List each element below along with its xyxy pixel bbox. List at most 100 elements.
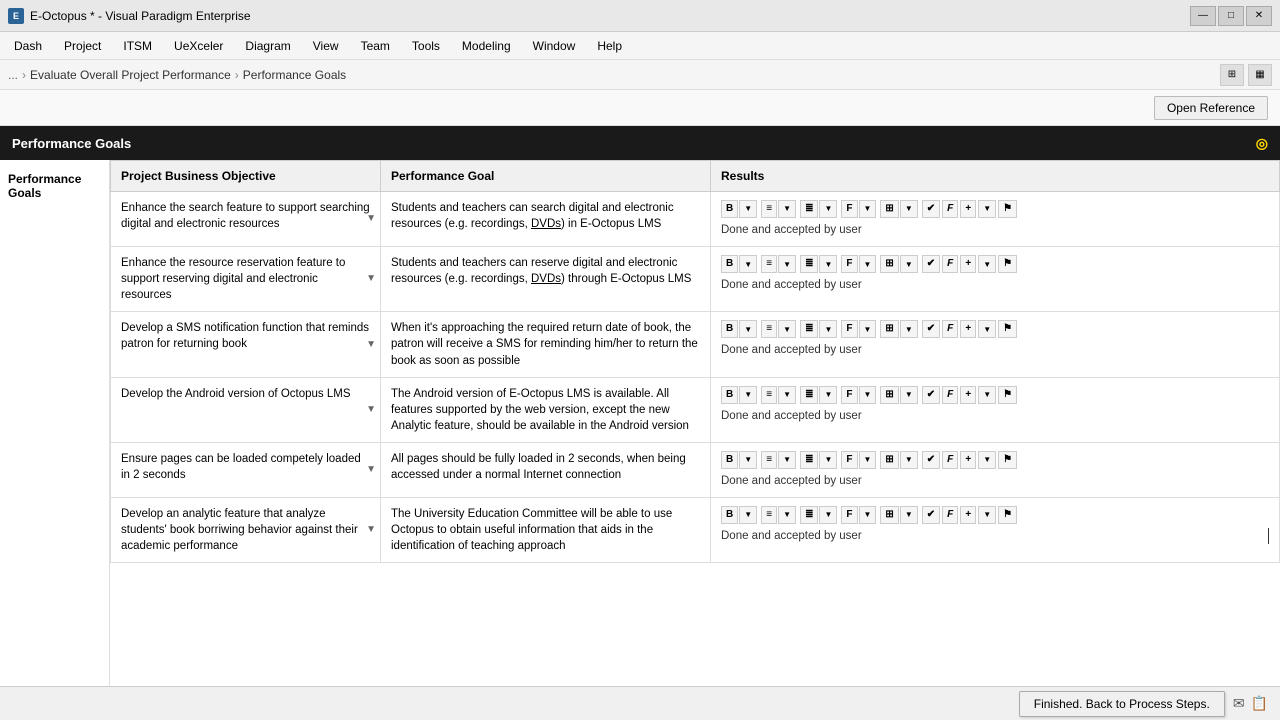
menu-help[interactable]: Help (587, 35, 632, 57)
bold-btn-4[interactable]: B (721, 386, 738, 404)
font-dropdown-1[interactable]: ▼ (859, 200, 877, 218)
plus-dropdown-6[interactable]: ▼ (978, 506, 996, 524)
expand-arrow-2[interactable]: ▼ (366, 272, 376, 286)
bold-dropdown-6[interactable]: ▼ (739, 506, 757, 524)
close-btn[interactable]: ✕ (1246, 6, 1272, 26)
breadcrumb-dots[interactable]: ... (8, 68, 18, 82)
font-btn-6[interactable]: F (841, 506, 857, 524)
indent-btn-3[interactable]: ≣ (800, 320, 818, 338)
fx-btn-6[interactable]: F (942, 506, 958, 524)
bold-dropdown-1[interactable]: ▼ (739, 200, 757, 218)
plus-dropdown-3[interactable]: ▼ (978, 320, 996, 338)
breadcrumb-item-2[interactable]: Performance Goals (243, 68, 346, 82)
bold-btn-6[interactable]: B (721, 506, 738, 524)
plus-dropdown-4[interactable]: ▼ (978, 386, 996, 404)
table-btn-3[interactable]: ⊞ (880, 320, 898, 338)
flag-btn-3[interactable]: ⚑ (998, 320, 1017, 338)
objective-cell-5[interactable]: Ensure pages can be loaded competely loa… (111, 442, 381, 497)
bold-dropdown-2[interactable]: ▼ (739, 255, 757, 273)
expand-arrow-6[interactable]: ▼ (366, 523, 376, 537)
flag-btn-6[interactable]: ⚑ (998, 506, 1017, 524)
table-btn-4[interactable]: ⊞ (880, 386, 898, 404)
align-dropdown-3[interactable]: ▼ (778, 320, 796, 338)
check-btn-3[interactable]: ✔ (922, 320, 940, 338)
bold-btn-5[interactable]: B (721, 451, 738, 469)
indent-dropdown-2[interactable]: ▼ (819, 255, 837, 273)
objective-cell-6[interactable]: Develop an analytic feature that analyze… (111, 498, 381, 563)
align-dropdown-1[interactable]: ▼ (778, 200, 796, 218)
align-btn-1[interactable]: ≡ (761, 200, 777, 218)
align-dropdown-2[interactable]: ▼ (778, 255, 796, 273)
font-btn-5[interactable]: F (841, 451, 857, 469)
table-btn-5[interactable]: ⊞ (880, 451, 898, 469)
menu-dash[interactable]: Dash (4, 35, 52, 57)
indent-dropdown-1[interactable]: ▼ (819, 200, 837, 218)
table-btn-2[interactable]: ⊞ (880, 255, 898, 273)
plus-dropdown-2[interactable]: ▼ (978, 255, 996, 273)
menu-team[interactable]: Team (351, 35, 400, 57)
font-btn-1[interactable]: F (841, 200, 857, 218)
breadcrumb-icon-grid[interactable]: ▦ (1248, 64, 1272, 86)
finished-btn[interactable]: Finished. Back to Process Steps. (1019, 691, 1225, 717)
plus-btn-1[interactable]: + (960, 200, 976, 218)
indent-btn-4[interactable]: ≣ (800, 386, 818, 404)
fx-btn-4[interactable]: F (942, 386, 958, 404)
plus-dropdown-1[interactable]: ▼ (978, 200, 996, 218)
fx-btn-1[interactable]: F (942, 200, 958, 218)
plus-btn-2[interactable]: + (960, 255, 976, 273)
align-btn-4[interactable]: ≡ (761, 386, 777, 404)
objective-cell-2[interactable]: Enhance the resource reservation feature… (111, 247, 381, 312)
plus-btn-3[interactable]: + (960, 320, 976, 338)
menu-modeling[interactable]: Modeling (452, 35, 521, 57)
flag-btn-2[interactable]: ⚑ (998, 255, 1017, 273)
objective-cell-3[interactable]: Develop a SMS notification function that… (111, 312, 381, 377)
indent-btn-1[interactable]: ≣ (800, 200, 818, 218)
align-dropdown-4[interactable]: ▼ (778, 386, 796, 404)
open-reference-btn[interactable]: Open Reference (1154, 96, 1268, 120)
breadcrumb-icon-table[interactable]: ⊞ (1220, 64, 1244, 86)
email-icon[interactable]: ✉ (1233, 695, 1245, 712)
indent-btn-6[interactable]: ≣ (800, 506, 818, 524)
objective-cell-1[interactable]: Enhance the search feature to support se… (111, 192, 381, 247)
indent-dropdown-5[interactable]: ▼ (819, 451, 837, 469)
bold-dropdown-3[interactable]: ▼ (739, 320, 757, 338)
window-controls[interactable]: — □ ✕ (1190, 6, 1272, 26)
table-dropdown-2[interactable]: ▼ (900, 255, 918, 273)
breadcrumb-item-1[interactable]: Evaluate Overall Project Performance (30, 68, 231, 82)
menu-window[interactable]: Window (523, 35, 586, 57)
table-dropdown-4[interactable]: ▼ (900, 386, 918, 404)
align-btn-6[interactable]: ≡ (761, 506, 777, 524)
align-dropdown-6[interactable]: ▼ (778, 506, 796, 524)
indent-dropdown-4[interactable]: ▼ (819, 386, 837, 404)
flag-btn-4[interactable]: ⚑ (998, 386, 1017, 404)
align-btn-3[interactable]: ≡ (761, 320, 777, 338)
flag-btn-1[interactable]: ⚑ (998, 200, 1017, 218)
font-dropdown-4[interactable]: ▼ (859, 386, 877, 404)
font-dropdown-6[interactable]: ▼ (859, 506, 877, 524)
fx-btn-5[interactable]: F (942, 451, 958, 469)
menu-uexceler[interactable]: UeXceler (164, 35, 233, 57)
font-dropdown-5[interactable]: ▼ (859, 451, 877, 469)
font-btn-3[interactable]: F (841, 320, 857, 338)
font-dropdown-2[interactable]: ▼ (859, 255, 877, 273)
table-dropdown-1[interactable]: ▼ (900, 200, 918, 218)
menu-itsm[interactable]: ITSM (113, 35, 162, 57)
minimize-btn[interactable]: — (1190, 6, 1216, 26)
fx-btn-2[interactable]: F (942, 255, 958, 273)
plus-btn-6[interactable]: + (960, 506, 976, 524)
expand-arrow-3[interactable]: ▼ (366, 338, 376, 352)
clipboard-icon[interactable]: 📋 (1251, 695, 1268, 712)
maximize-btn[interactable]: □ (1218, 6, 1244, 26)
check-btn-5[interactable]: ✔ (922, 451, 940, 469)
indent-btn-2[interactable]: ≣ (800, 255, 818, 273)
check-btn-2[interactable]: ✔ (922, 255, 940, 273)
expand-arrow-4[interactable]: ▼ (366, 403, 376, 417)
table-dropdown-3[interactable]: ▼ (900, 320, 918, 338)
font-dropdown-3[interactable]: ▼ (859, 320, 877, 338)
menu-view[interactable]: View (303, 35, 349, 57)
indent-dropdown-6[interactable]: ▼ (819, 506, 837, 524)
bold-btn-2[interactable]: B (721, 255, 738, 273)
fx-btn-3[interactable]: F (942, 320, 958, 338)
check-btn-4[interactable]: ✔ (922, 386, 940, 404)
menu-diagram[interactable]: Diagram (235, 35, 300, 57)
